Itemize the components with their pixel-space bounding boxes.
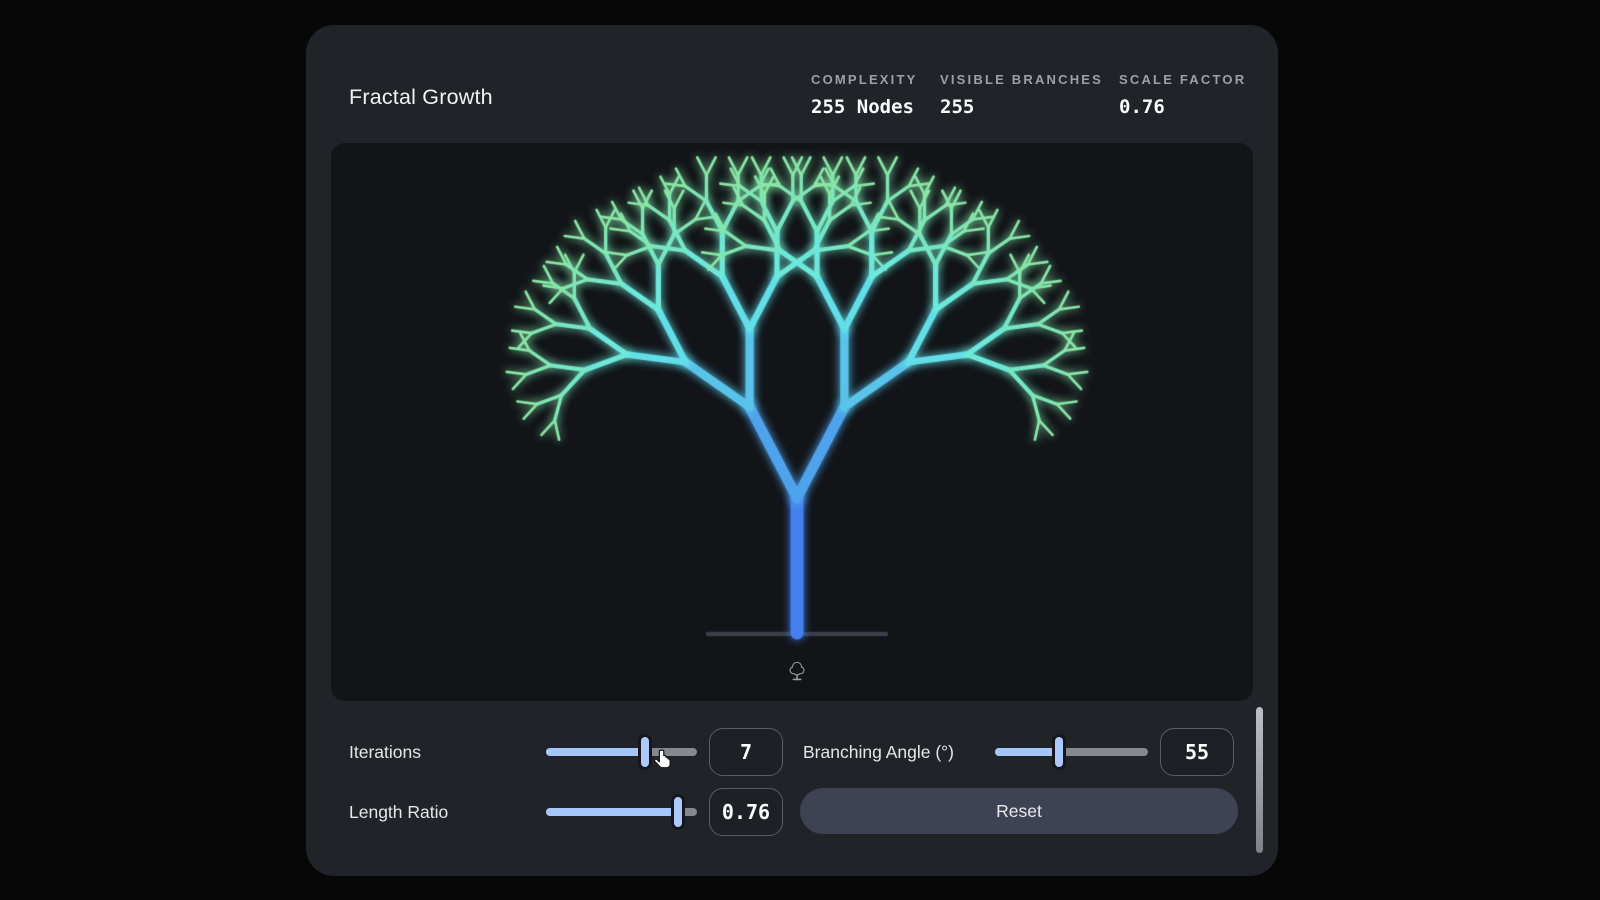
fractal-tree-canvas xyxy=(331,143,1253,701)
length-ratio-value-field[interactable]: 0.76 xyxy=(709,788,783,836)
page-title: Fractal Growth xyxy=(349,85,493,110)
stat-complexity-value: 255 Nodes xyxy=(811,96,918,118)
branching-angle-value-field[interactable]: 55 xyxy=(1160,728,1234,776)
stat-scale-factor: SCALE FACTOR 0.76 xyxy=(1119,72,1246,118)
stat-visible-branches-value: 255 xyxy=(940,96,1103,118)
stat-scale-factor-value: 0.76 xyxy=(1119,96,1246,118)
stat-visible-branches-label: VISIBLE BRANCHES xyxy=(940,72,1103,87)
iterations-value-field[interactable]: 7 xyxy=(709,728,783,776)
stat-visible-branches: VISIBLE BRANCHES 255 xyxy=(940,72,1103,118)
page: { "app": { "title": "Fractal Growth" }, … xyxy=(0,0,1600,900)
branching-angle-slider-thumb[interactable] xyxy=(1052,734,1066,770)
length-ratio-slider-thumb[interactable] xyxy=(671,794,685,830)
iterations-label: Iterations xyxy=(349,742,421,763)
vertical-scrollbar-thumb[interactable] xyxy=(1256,707,1263,853)
slider-track-fill xyxy=(995,748,1059,756)
hand-pointer-cursor xyxy=(650,747,675,773)
stat-complexity-label: COMPLEXITY xyxy=(811,72,918,87)
reset-button[interactable]: Reset xyxy=(800,788,1238,834)
length-ratio-label: Length Ratio xyxy=(349,802,448,823)
slider-track-fill xyxy=(546,808,678,816)
stat-scale-factor-label: SCALE FACTOR xyxy=(1119,72,1246,87)
fractal-growth-card: Fractal Growth COMPLEXITY 255 Nodes VISI… xyxy=(306,25,1278,876)
stat-complexity: COMPLEXITY 255 Nodes xyxy=(811,72,918,118)
branching-angle-slider[interactable] xyxy=(995,734,1148,770)
slider-track-fill xyxy=(546,748,645,756)
length-ratio-slider[interactable] xyxy=(546,794,697,830)
fractal-canvas-panel xyxy=(331,143,1253,701)
branching-angle-label: Branching Angle (°) xyxy=(803,742,954,763)
tree-icon xyxy=(786,659,808,685)
